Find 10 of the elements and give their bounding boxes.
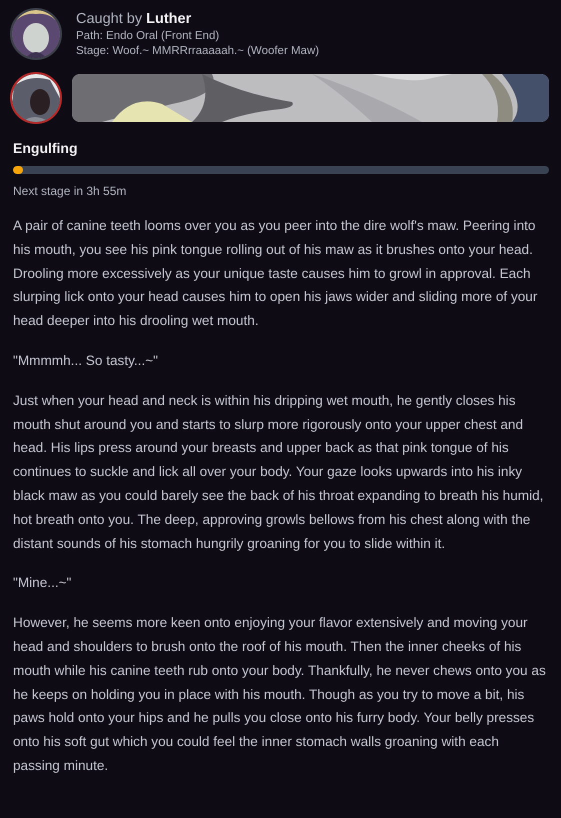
stage-text: Stage: Woof.~ MMRRrraaaaah.~ (Woofer Maw) (76, 45, 320, 57)
next-stage-text: Next stage in 3h 55m (13, 184, 128, 198)
story-paragraph: Just when your head and neck is within his dripping wet mouth, he gently closes his mouth shut around you and starts to slurp more rigorously onto your upper chest and head. His lips press around your breasts and upper back as that pink tongue of his continues to suckle and lick all over your body. Your gaze looks upwards into his inky black maw as you could barely see the back of his throat expanding to breath his humid, hot breath onto you. The deep, approving growls bellows from his chest along with the distant sounds of his stomach hungrily groaning for you to slide within it. (13, 392, 544, 553)
story-paragraph: A pair of canine teeth looms over you as you peer into the dire wolf's maw. Peering into his mouth, you see his pink tongue rolling out of his maw as it brushes onto your head. Drooling more excessively as your unique taste causes him to growl in approval. Each slurping lick onto your head causes him to open his jaws wider and sliding more of your head deeper into his drooling wet mouth. (13, 217, 538, 330)
story-paragraph: "Mine...~" (13, 574, 72, 592)
story-paragraph: "Mmmmh... So tasty...~" (13, 352, 159, 370)
caught-by-text: Caught by Luther (76, 11, 192, 27)
stage-name: Engulfing (13, 140, 79, 156)
path-text: Path: Endo Oral (Front End) (76, 30, 220, 42)
story-paragraph: However, he seems more keen onto enjoying your flavor extensively and moving your head and shoulders to brush onto the roof of his mouth. Then the inner cheeks of his mouth while his canine teeth rub onto your body. Thankfully, he never chews onto you as he keeps on holding you in place with his mouth. Though as you try to move a bit, his paws hold onto your hips and he pulls you close onto his furry body. Your belly presses onto his soft gut which you could feel the inner stomach walls groaning with each passing minute. (13, 614, 547, 775)
